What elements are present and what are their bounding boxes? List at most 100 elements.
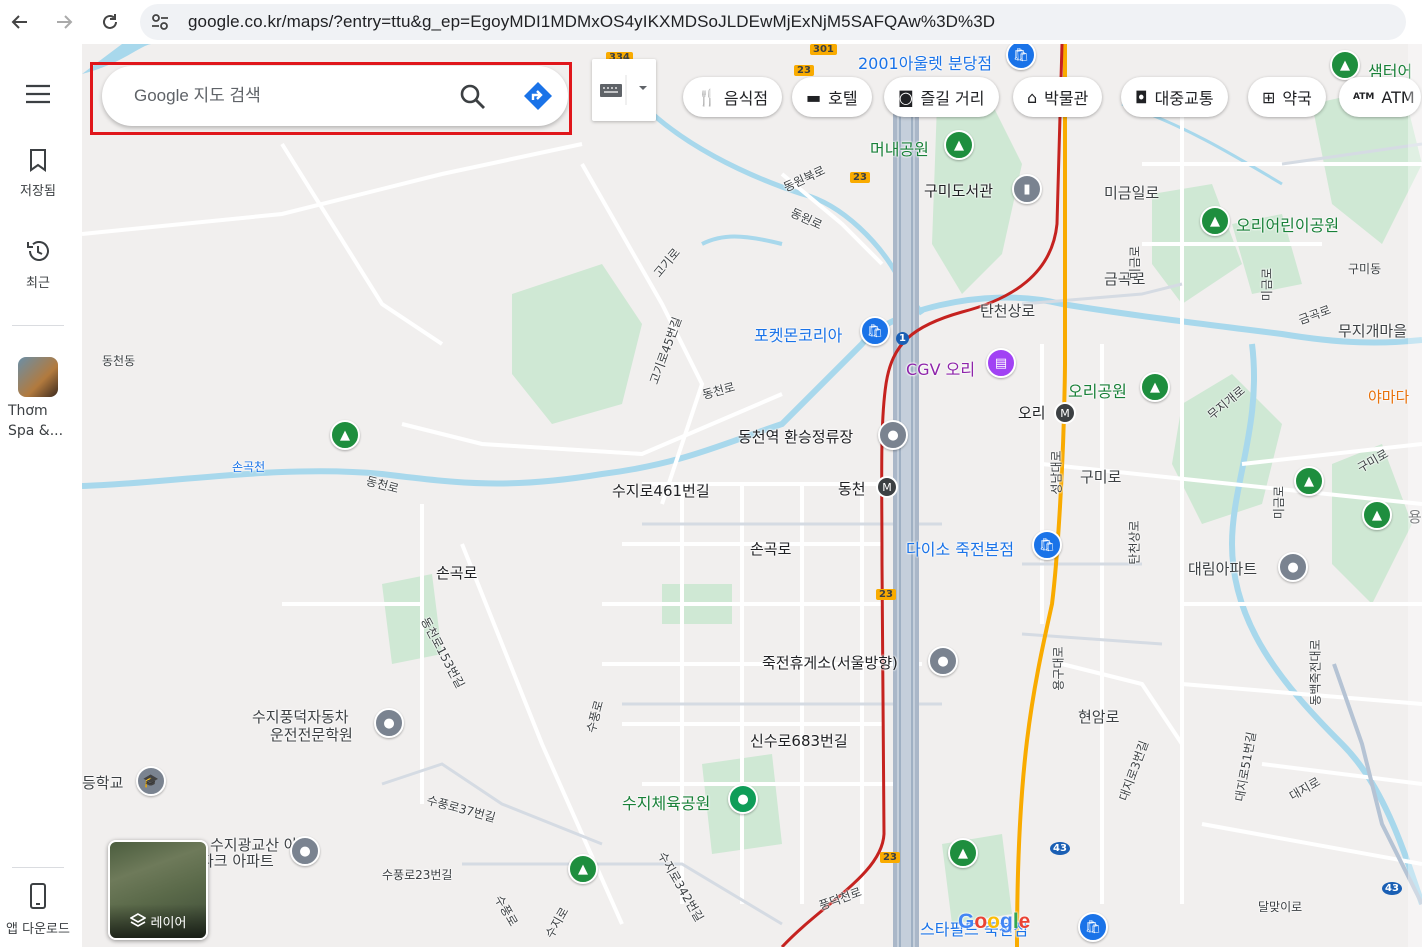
map-label[interactable]: 오리공원 xyxy=(1068,378,1127,402)
chip-museums[interactable]: ⌂ 박물관 xyxy=(1013,77,1103,117)
left-rail: 저장됨 최근 Thơm Spa &... 앱 다운로드 xyxy=(0,44,83,947)
map-label: 구미로 xyxy=(1080,468,1122,486)
map-label: 무지개마을 xyxy=(1338,322,1408,340)
metro-station-icon[interactable]: M xyxy=(1054,402,1076,424)
cinema-pin-icon[interactable]: ▤ xyxy=(986,348,1016,378)
chip-transit[interactable]: ◘ 대중교통 xyxy=(1121,77,1228,117)
right-edge-overlay xyxy=(1408,44,1422,947)
recent-label: 최근 xyxy=(26,276,50,291)
museum-icon: ⌂ xyxy=(1027,87,1038,107)
park-pin-icon[interactable]: ▲ xyxy=(944,130,974,160)
chip-hotels[interactable]: ▬ 호텔 xyxy=(792,77,872,117)
park-pin-icon[interactable]: ▲ xyxy=(1200,206,1230,236)
reload-icon xyxy=(103,14,117,29)
layers-icon xyxy=(129,913,146,927)
map-label[interactable]: 동천 xyxy=(838,478,866,499)
map-label: 현암로 xyxy=(1078,708,1120,726)
chip-things-to-do[interactable]: ◙ 즐길 거리 xyxy=(884,77,999,117)
shopping-pin-icon[interactable]: 🛍 xyxy=(1032,530,1062,560)
shopping-pin-icon[interactable]: 🛍 xyxy=(1078,912,1108,942)
map-label[interactable]: 파크 아파트 xyxy=(200,850,274,871)
metro-station-icon[interactable]: M xyxy=(876,476,898,498)
map-label[interactable]: 오리 xyxy=(1018,402,1046,423)
address-bar[interactable]: google.co.kr/maps/?entry=ttu&g_ep=EgoyMD… xyxy=(140,4,1406,40)
saved-button[interactable]: 저장됨 xyxy=(0,148,76,199)
map-label: 손곡로 xyxy=(750,540,792,558)
transit-stop-pin-icon[interactable]: ● xyxy=(878,420,908,450)
route-shield: 23 xyxy=(794,65,814,76)
rest-area-pin-icon[interactable]: ● xyxy=(928,646,958,676)
map-label[interactable]: 대림아파트 xyxy=(1188,558,1257,579)
recent-place-item[interactable]: Thơm Spa &... xyxy=(0,357,76,441)
park-pin-icon[interactable]: ▲ xyxy=(1362,500,1392,530)
map-label[interactable]: 운전전문학원 xyxy=(270,724,353,745)
search-highlight-box xyxy=(90,62,572,135)
pharmacy-icon: ⊞ xyxy=(1262,87,1276,107)
map-label[interactable]: 머내공원 xyxy=(870,136,929,160)
recent-place-label: Thơm Spa &... xyxy=(8,403,64,439)
map-label[interactable]: 동천역 환승정류장 xyxy=(738,426,853,447)
recent-button[interactable]: 최근 xyxy=(0,238,76,291)
map-label[interactable]: CGV 오리 xyxy=(906,356,975,380)
layers-label: 레이어 xyxy=(150,915,187,931)
map-label: 손곡로 xyxy=(436,564,478,582)
map-label[interactable]: 오리어린이공원 xyxy=(1236,212,1339,236)
reload-button[interactable] xyxy=(96,8,124,36)
sports-park-pin-icon[interactable]: ● xyxy=(728,784,758,814)
chip-restaurants[interactable]: 🍴 음식점 xyxy=(683,77,783,117)
map-label[interactable]: 구미도서관 xyxy=(924,180,993,201)
history-icon xyxy=(27,241,49,261)
map-label: 성남대로 xyxy=(1049,450,1064,495)
school-pin-icon[interactable]: 🎓 xyxy=(136,766,166,796)
keyboard-icon xyxy=(600,75,647,105)
fork-knife-icon: 🍴 xyxy=(697,87,717,107)
park-pin-icon[interactable]: ▲ xyxy=(1140,372,1170,402)
chip-label: 약국 xyxy=(1282,89,1312,108)
map-label: 손곡천 xyxy=(232,460,266,474)
map-label[interactable]: 2001아울렛 분당점 xyxy=(858,50,992,74)
map-label[interactable]: 야마다 xyxy=(1368,386,1409,407)
chip-pharmacy[interactable]: ⊞ 약국 xyxy=(1248,77,1326,117)
park-pin-icon[interactable]: ▲ xyxy=(948,838,978,868)
map-label: 달맞이로 xyxy=(1258,900,1303,914)
rail-divider xyxy=(12,325,64,326)
route-shield: 1 xyxy=(896,332,909,345)
map-label[interactable]: 다이소 죽전본점 xyxy=(906,536,1014,560)
app-download-label: 앱 다운로드 xyxy=(6,922,70,937)
apartment-pin-icon[interactable]: ● xyxy=(290,836,320,866)
map-label[interactable]: 등학교 xyxy=(82,772,123,793)
academy-pin-icon[interactable]: ● xyxy=(374,708,404,738)
map-label: 미금로 xyxy=(1260,267,1275,302)
forward-button[interactable] xyxy=(50,8,78,36)
park-pin-icon[interactable]: ▲ xyxy=(568,854,598,884)
map-label: 구미동 xyxy=(1348,262,1382,276)
map-canvas[interactable]: 2001아울렛 분당점 샘터어 머내공원 동원북로 구미도서관 미금일로 동원로… xyxy=(82,44,1422,947)
menu-button[interactable] xyxy=(0,84,76,108)
input-tools-button[interactable] xyxy=(592,59,656,121)
phone-icon xyxy=(30,883,46,909)
layers-button[interactable]: 레이어 xyxy=(108,840,208,940)
library-pin-icon[interactable]: ▮ xyxy=(1012,174,1042,204)
map-label: 미금로 xyxy=(1272,485,1287,520)
map-label[interactable]: 수지체육공원 xyxy=(622,790,710,814)
back-button[interactable] xyxy=(6,8,34,36)
chip-label: 음식점 xyxy=(723,89,769,108)
apartment-pin-icon[interactable]: ● xyxy=(1278,552,1308,582)
chip-label: 박물관 xyxy=(1044,89,1089,108)
place-thumbnail xyxy=(18,357,58,397)
park-pin-icon[interactable]: ▲ xyxy=(1330,50,1360,80)
chip-label: 즐길 거리 xyxy=(920,89,985,108)
route-shield: 23 xyxy=(876,589,896,600)
map-label[interactable]: 죽전휴게소(서울방향) xyxy=(762,652,898,673)
site-info-icon[interactable] xyxy=(150,12,170,32)
park-pin-icon[interactable]: ▲ xyxy=(1294,466,1324,496)
browser-toolbar: google.co.kr/maps/?entry=ttu&g_ep=EgoyMD… xyxy=(0,0,1422,45)
app-download-button[interactable]: 앱 다운로드 xyxy=(0,882,76,937)
park-pin-icon[interactable]: ▲ xyxy=(330,420,360,450)
arrow-left-icon xyxy=(11,15,27,29)
url-text[interactable]: google.co.kr/maps/?entry=ttu&g_ep=EgoyMD… xyxy=(188,12,995,32)
map-label: 미금일로 xyxy=(1104,184,1160,202)
shopping-pin-icon[interactable]: 🛍 xyxy=(860,316,890,346)
map-label[interactable]: 포켓몬코리아 xyxy=(754,322,842,346)
route-shield: 301 xyxy=(810,44,837,55)
